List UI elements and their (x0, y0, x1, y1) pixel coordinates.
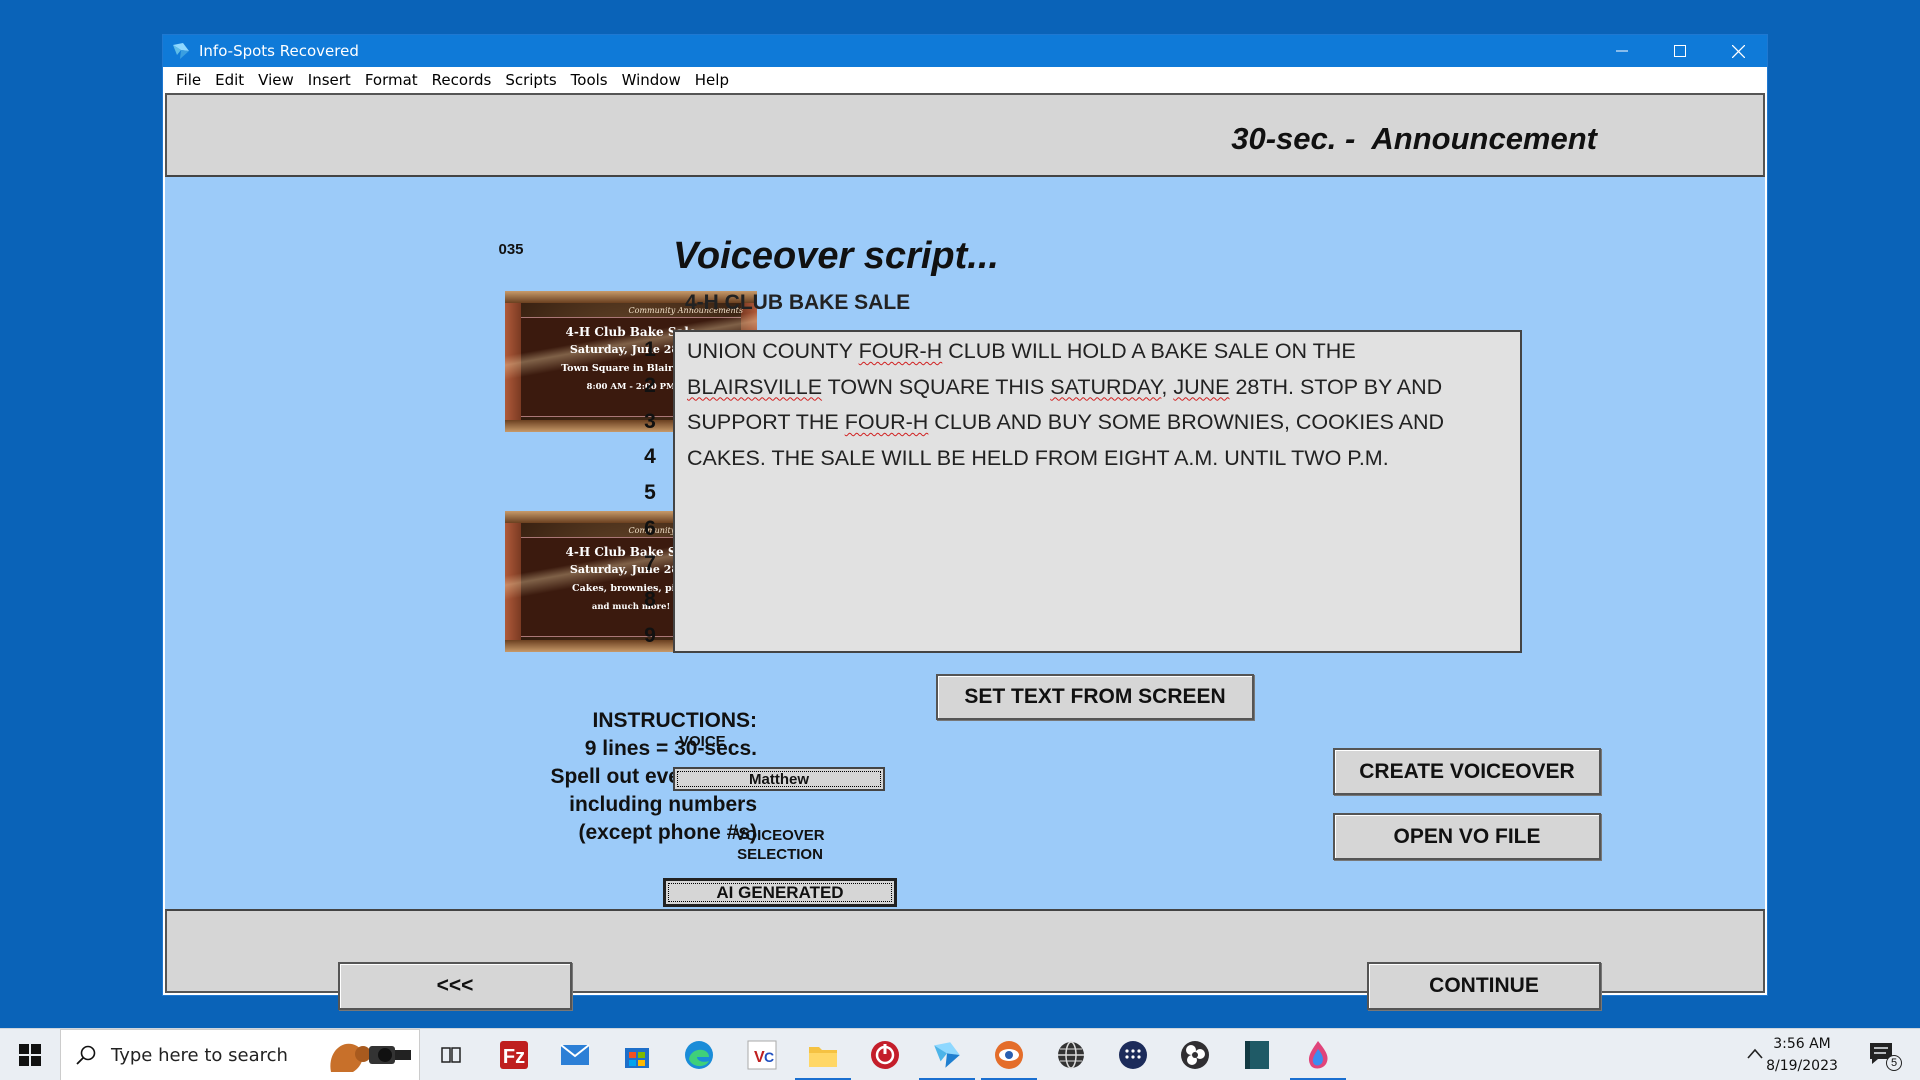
line-number: 3 (644, 410, 656, 433)
open-vo-file-button[interactable]: OPEN VO FILE (1333, 813, 1601, 860)
task-view-icon[interactable] (433, 1037, 469, 1073)
create-voiceover-button[interactable]: CREATE VOICEOVER (1333, 748, 1601, 795)
header-band: 30-sec. - Announcement (165, 93, 1765, 177)
line-number: 2 (644, 374, 656, 397)
continue-button[interactable]: CONTINUE (1367, 962, 1601, 1010)
spot-number: 035 (498, 241, 524, 258)
system-clock[interactable]: 3:56 AM 8/19/2023 (1752, 1033, 1852, 1077)
script-text-area[interactable]: UNION COUNTY FOUR-H CLUB WILL HOLD A BAK… (673, 330, 1522, 653)
power-app-icon[interactable] (867, 1037, 903, 1073)
clock-time: 3:56 AM (1773, 1036, 1831, 1052)
spellcheck-word: SATURDAY (1050, 374, 1162, 399)
line-number: 8 (644, 588, 656, 611)
book-app-icon[interactable] (1239, 1037, 1275, 1073)
svg-text:Fz: Fz (503, 1046, 525, 1068)
line-number: 4 (644, 445, 656, 468)
taskbar: Type here to search Fz VC 3:56 AM 8/19/2… (0, 1028, 1920, 1080)
close-icon (1731, 44, 1745, 58)
title-bar[interactable]: Info-Spots Recovered (163, 35, 1767, 67)
spellcheck-word: FOUR-H (858, 339, 943, 363)
notifications-button[interactable]: 5 (1868, 1041, 1902, 1071)
voice-label: VOICE (679, 733, 726, 750)
globe-app-icon[interactable] (1053, 1037, 1089, 1073)
notification-count: 5 (1886, 1055, 1902, 1071)
line-number: 6 (644, 517, 656, 540)
edge-browser-icon[interactable] (681, 1037, 717, 1073)
close-button[interactable] (1709, 35, 1767, 67)
menu-file[interactable]: File (169, 71, 208, 89)
menu-help[interactable]: Help (688, 71, 736, 89)
eye-app-icon[interactable] (981, 1037, 1037, 1080)
script-line-4: CAKES. THE SALE WILL BE HELD FROM EIGHT … (687, 445, 1389, 470)
line-number: 5 (644, 481, 656, 504)
maximize-icon (1674, 45, 1686, 57)
maximize-button[interactable] (1651, 35, 1709, 67)
taskbar-search[interactable]: Type here to search (60, 1029, 420, 1080)
voice-select[interactable]: Matthew (673, 767, 885, 791)
set-text-from-screen-button[interactable]: SET TEXT FROM SCREEN (936, 674, 1254, 720)
menu-records[interactable]: Records (425, 71, 499, 89)
line-number: 1 (644, 338, 656, 361)
keypad-app-icon[interactable] (1115, 1037, 1151, 1073)
spellcheck-word: JUNE (1173, 374, 1230, 399)
menu-bar: File Edit View Insert Format Records Scr… (163, 67, 1767, 93)
filezilla-icon[interactable]: Fz (496, 1037, 532, 1073)
menu-insert[interactable]: Insert (301, 71, 358, 89)
menu-view[interactable]: View (251, 71, 301, 89)
visual-code-icon[interactable]: VC (744, 1037, 780, 1073)
app-window: Info-Spots Recovered File Edit View Inse… (162, 34, 1768, 1010)
start-button[interactable] (0, 1029, 60, 1080)
menu-window[interactable]: Window (615, 71, 688, 89)
app-logo-icon (173, 43, 189, 59)
obs-studio-icon[interactable] (1177, 1037, 1213, 1073)
menu-tools[interactable]: Tools (564, 71, 615, 89)
window-title: Info-Spots Recovered (199, 42, 359, 60)
minimize-button[interactable] (1593, 35, 1651, 67)
mail-icon[interactable] (557, 1037, 593, 1073)
svg-text:C: C (764, 1049, 774, 1065)
clock-date: 8/19/2023 (1766, 1058, 1838, 1074)
script-line-3: SUPPORT THE FOUR-H CLUB AND BUY SOME BRO… (687, 410, 1445, 434)
search-placeholder: Type here to search (111, 1044, 288, 1066)
line-number: 9 (644, 624, 656, 647)
file-explorer-icon[interactable] (795, 1037, 851, 1080)
menu-edit[interactable]: Edit (208, 71, 251, 89)
voiceover-selection-label: VOICEOVER SELECTION (735, 827, 825, 863)
spellcheck-word: BLAIRSVILLE (687, 374, 823, 399)
squirrel-camera-icon (330, 1043, 411, 1072)
search-icon (76, 1045, 96, 1065)
voiceover-heading: Voiceover script... (673, 235, 999, 277)
spot-title: 4-H CLUB BAKE SALE (685, 291, 911, 314)
menu-format[interactable]: Format (358, 71, 425, 89)
info-spots-app-icon[interactable] (919, 1037, 975, 1080)
voiceover-selection-select[interactable]: AI GENERATED (663, 878, 897, 907)
minimize-icon (1616, 50, 1628, 52)
script-line-1: UNION COUNTY FOUR-H CLUB WILL HOLD A BAK… (687, 339, 1356, 363)
page-title: 30-sec. - Announcement (1231, 121, 1597, 156)
paint-app-icon[interactable] (1290, 1037, 1346, 1080)
windows-logo-icon (19, 1044, 41, 1066)
spellcheck-word: FOUR-H (844, 410, 929, 434)
layout-content: 30-sec. - Announcement 035 Community Ann… (165, 93, 1765, 1010)
store-icon[interactable] (619, 1037, 655, 1073)
back-button[interactable]: <<< (338, 962, 572, 1010)
line-number: 7 (644, 552, 656, 575)
menu-scripts[interactable]: Scripts (498, 71, 563, 89)
script-line-2: BLAIRSVILLE TOWN SQUARE THIS SATURDAY, J… (687, 374, 1443, 399)
